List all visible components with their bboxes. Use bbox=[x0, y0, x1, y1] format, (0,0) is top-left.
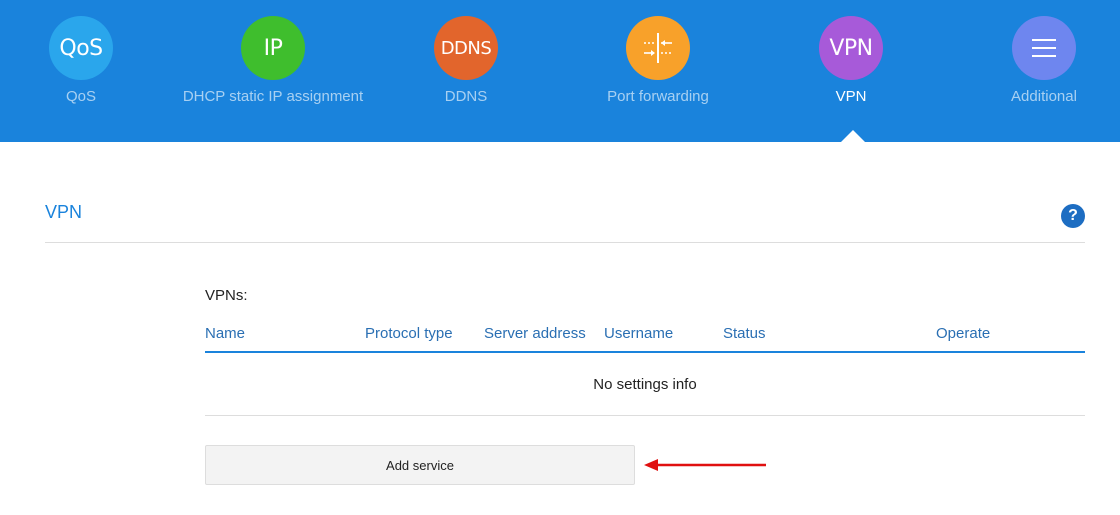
question-mark-icon[interactable]: ? bbox=[1061, 204, 1085, 228]
annotation-arrow-icon bbox=[644, 459, 766, 471]
nav-item-port-forwarding[interactable]: Port forwarding bbox=[562, 0, 754, 142]
vpn-icon: VPN bbox=[819, 16, 883, 80]
nav-item-label: Additional bbox=[1011, 88, 1077, 105]
column-header-operate: Operate bbox=[936, 325, 991, 342]
nav-item-label: VPN bbox=[835, 88, 867, 105]
port-forwarding-icon bbox=[626, 16, 690, 80]
active-tab-indicator bbox=[841, 130, 865, 142]
column-header-username: Username bbox=[604, 325, 674, 342]
nav-item-qos[interactable]: QoS QoS bbox=[0, 0, 177, 142]
section-divider bbox=[45, 242, 1085, 243]
top-navigation-bar: QoS QoS IP DHCP static IP assignment DDN… bbox=[0, 0, 1120, 142]
empty-state-text: No settings info bbox=[593, 375, 697, 393]
column-header-server-address: Server address bbox=[484, 325, 586, 342]
vpn-table-empty-row: No settings info bbox=[205, 353, 1085, 416]
nav-item-vpn[interactable]: VPN VPN bbox=[755, 0, 947, 142]
menu-lines-icon bbox=[1012, 16, 1076, 80]
column-header-name: Name bbox=[205, 325, 246, 342]
qos-icon: QoS bbox=[49, 16, 113, 80]
vpn-table-header: Name Protocol type Server address Userna… bbox=[205, 325, 1085, 353]
nav-item-label: Port forwarding bbox=[607, 88, 709, 105]
nav-item-additional[interactable]: Additional bbox=[948, 0, 1120, 142]
page-title: VPN bbox=[45, 202, 83, 222]
nav-item-label: QoS bbox=[65, 88, 96, 105]
nav-item-label: DHCP static IP assignment bbox=[182, 88, 364, 105]
add-service-button[interactable]: Add service bbox=[205, 445, 635, 485]
nav-item-dhcp-static-ip[interactable]: IP DHCP static IP assignment bbox=[177, 0, 369, 142]
column-header-status: Status bbox=[723, 325, 766, 342]
ddns-icon: DDNS bbox=[434, 16, 498, 80]
ip-icon: IP bbox=[241, 16, 305, 80]
nav-item-label: DDNS bbox=[444, 88, 488, 105]
vpn-list-caption: VPNs: bbox=[205, 287, 248, 304]
nav-item-ddns[interactable]: DDNS DDNS bbox=[370, 0, 562, 142]
column-header-protocol-type: Protocol type bbox=[365, 325, 453, 342]
